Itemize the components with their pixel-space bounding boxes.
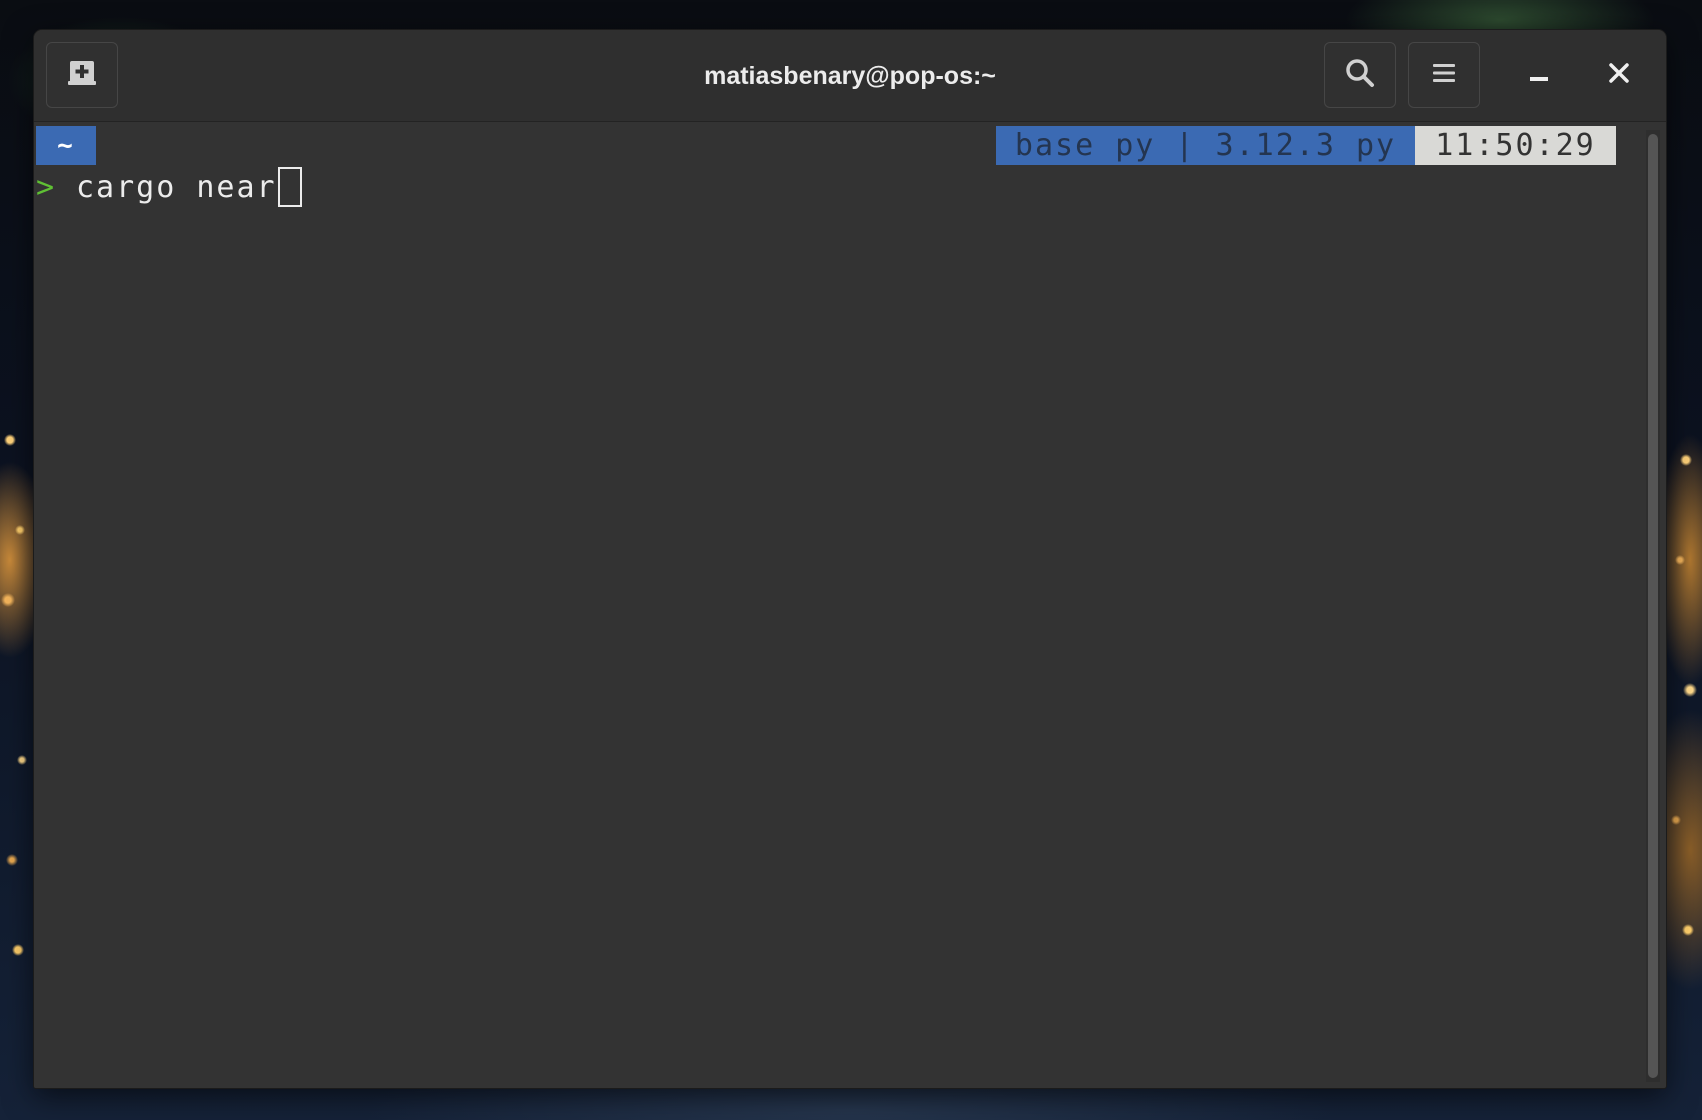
prompt-time-segment: 11:50:29 <box>1415 126 1616 165</box>
new-tab-button[interactable] <box>46 42 118 108</box>
command-input[interactable]: cargo near <box>76 170 277 205</box>
scrollbar-thumb[interactable] <box>1648 134 1658 1078</box>
minimize-icon <box>1528 62 1550 88</box>
text-cursor <box>277 167 302 207</box>
new-tab-icon <box>66 57 98 93</box>
wallpaper-city-lights <box>0 300 34 1060</box>
header-bar: matiasbenary@pop-os:~ <box>34 30 1666 122</box>
wallpaper-city-lights <box>1666 300 1702 1060</box>
search-icon <box>1343 56 1377 94</box>
hamburger-menu-icon <box>1431 60 1457 90</box>
menu-button[interactable] <box>1408 42 1480 108</box>
prompt-directory-segment: ~ <box>36 126 96 165</box>
terminal-area[interactable]: ~ base py | 3.12.3 py 11:50:29 > cargo n… <box>34 123 1632 1088</box>
close-icon <box>1608 62 1630 88</box>
minimize-button[interactable] <box>1514 50 1564 100</box>
search-button[interactable] <box>1324 42 1396 108</box>
command-line[interactable]: > cargo near <box>36 165 302 209</box>
python-env-segment: base py | 3.12.3 py <box>996 126 1415 165</box>
prompt-symbol: > <box>36 169 57 205</box>
window-title: matiasbenary@pop-os:~ <box>704 61 996 90</box>
terminal-window: matiasbenary@pop-os:~ ~ base py | 3.12.3… <box>34 30 1666 1088</box>
close-button[interactable] <box>1594 50 1644 100</box>
scrollbar[interactable] <box>1646 130 1660 1082</box>
